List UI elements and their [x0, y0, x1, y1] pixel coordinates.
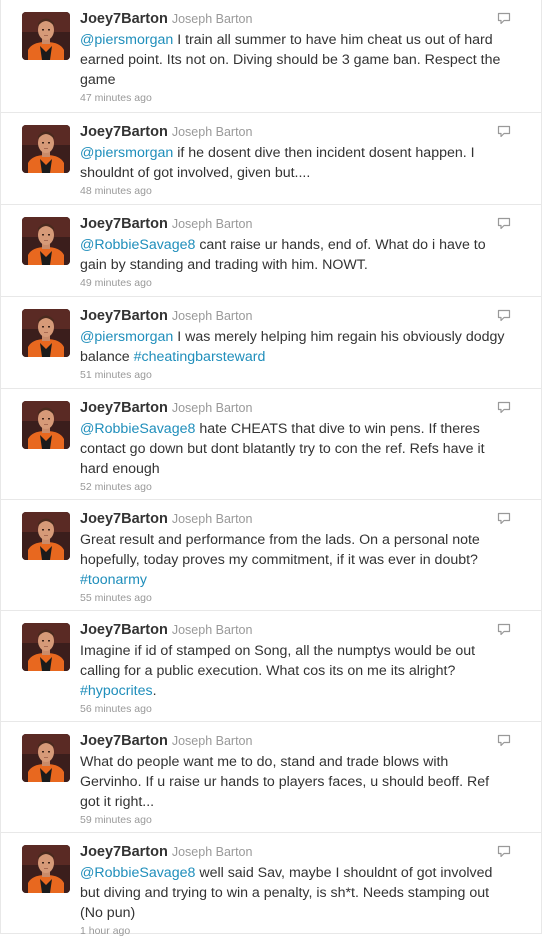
full-name: Joseph Barton [171, 217, 253, 231]
reply-icon[interactable] [497, 401, 511, 414]
tweet-item[interactable]: Joey7Barton Joseph Barton Great result and… [1, 500, 541, 611]
reply-icon[interactable] [497, 12, 511, 25]
tweet-item[interactable]: Joey7Barton Joseph Barton @RobbieSavage8 c… [1, 205, 541, 297]
tweet-content: Joey7Barton Joseph Barton @RobbieSavage8 c… [80, 215, 510, 291]
timestamp-link[interactable]: 47 minutes ago [80, 91, 510, 106]
reply-icon[interactable] [497, 734, 511, 747]
screen-name[interactable]: Joey7Barton [80, 844, 168, 860]
tweet-text-segment: Great result and performance from the la… [80, 532, 480, 568]
mention-link[interactable]: @piersmorgan [80, 329, 173, 345]
screen-name[interactable]: Joey7Barton [80, 622, 168, 638]
tweet-text: @piersmorgan I was merely helping him re… [80, 327, 510, 367]
tweet-text-segment: . [152, 683, 157, 699]
screen-name[interactable]: Joey7Barton [80, 216, 168, 232]
screen-name[interactable]: Joey7Barton [80, 308, 168, 324]
reply-icon[interactable] [497, 217, 511, 230]
tweet-content: Joey7Barton Joseph Barton @piersmorgan I t… [80, 10, 510, 106]
tweet-header: Joey7Barton Joseph Barton [80, 621, 510, 639]
tweet-content: Joey7Barton Joseph Barton @RobbieSavage8 w… [80, 843, 510, 939]
tweet-content: Joey7Barton Joseph Barton @piersmorgan I w… [80, 307, 510, 383]
mention-link[interactable]: @RobbieSavage8 [80, 421, 195, 437]
tweet-header: Joey7Barton Joseph Barton [80, 307, 510, 325]
mention-link[interactable]: @piersmorgan [80, 145, 173, 161]
avatar[interactable] [22, 217, 70, 265]
reply-icon[interactable] [497, 125, 511, 138]
screen-name[interactable]: Joey7Barton [80, 124, 168, 140]
reply-icon[interactable] [497, 309, 511, 322]
avatar[interactable] [22, 623, 70, 671]
screen-name[interactable]: Joey7Barton [80, 11, 168, 27]
tweet-header: Joey7Barton Joseph Barton [80, 215, 510, 233]
tweet-header: Joey7Barton Joseph Barton [80, 399, 510, 417]
full-name: Joseph Barton [171, 309, 253, 323]
tweet-content: Joey7Barton Joseph Barton Great result and… [80, 510, 510, 606]
tweet-content: Joey7Barton Joseph Barton @RobbieSavage8 h… [80, 399, 510, 495]
timestamp-link[interactable]: 59 minutes ago [80, 813, 510, 828]
full-name: Joseph Barton [171, 512, 253, 526]
timestamp-link[interactable]: 1 hour ago [80, 924, 510, 939]
tweet-text: Imagine if id of stamped on Song, all th… [80, 641, 510, 701]
tweet-text: @RobbieSavage8 well said Sav, maybe I sh… [80, 863, 510, 923]
tweet-content: Joey7Barton Joseph Barton @piersmorgan if … [80, 123, 510, 199]
tweet-item[interactable]: Joey7Barton Joseph Barton What do people w… [1, 722, 541, 833]
tweet-text: @piersmorgan if he dosent dive then inci… [80, 143, 510, 183]
tweet-text-segment: Imagine if id of stamped on Song, all th… [80, 643, 476, 679]
tweet-text: @RobbieSavage8 cant raise ur hands, end … [80, 235, 510, 275]
avatar[interactable] [22, 12, 70, 60]
full-name: Joseph Barton [171, 125, 253, 139]
avatar[interactable] [22, 845, 70, 893]
avatar[interactable] [22, 512, 70, 560]
tweet-header: Joey7Barton Joseph Barton [80, 843, 510, 861]
screen-name[interactable]: Joey7Barton [80, 400, 168, 416]
avatar[interactable] [22, 734, 70, 782]
timestamp-link[interactable]: 48 minutes ago [80, 184, 510, 199]
tweet-item[interactable]: Joey7Barton Joseph Barton Imagine if id of… [1, 611, 541, 722]
tweet-content: Joey7Barton Joseph Barton What do people w… [80, 732, 510, 828]
timestamp-link[interactable]: 52 minutes ago [80, 480, 510, 495]
timestamp-link[interactable]: 56 minutes ago [80, 702, 510, 717]
mention-link[interactable]: @RobbieSavage8 [80, 237, 195, 253]
hashtag-link[interactable]: #hypocrites [80, 683, 153, 699]
tweet-text: What do people want me to do, stand and … [80, 752, 510, 812]
tweet-header: Joey7Barton Joseph Barton [80, 732, 510, 750]
tweet-timeline: Joey7Barton Joseph Barton @piersmorgan I t… [0, 0, 542, 937]
tweet-header: Joey7Barton Joseph Barton [80, 10, 510, 28]
tweet-text: @piersmorgan I train all summer to have … [80, 30, 510, 90]
tweet-item[interactable]: Joey7Barton Joseph Barton @piersmorgan I t… [1, 0, 541, 113]
timestamp-link[interactable]: 49 minutes ago [80, 276, 510, 291]
reply-icon[interactable] [497, 512, 511, 525]
tweet-item[interactable]: Joey7Barton Joseph Barton @RobbieSavage8 h… [1, 389, 541, 500]
mention-link[interactable]: @piersmorgan [80, 32, 173, 48]
full-name: Joseph Barton [171, 734, 253, 748]
full-name: Joseph Barton [171, 623, 253, 637]
timestamp-link[interactable]: 51 minutes ago [80, 368, 510, 383]
tweet-header: Joey7Barton Joseph Barton [80, 510, 510, 528]
full-name: Joseph Barton [171, 845, 253, 859]
reply-icon[interactable] [497, 623, 511, 636]
reply-icon[interactable] [497, 845, 511, 858]
avatar[interactable] [22, 125, 70, 173]
mention-link[interactable]: @RobbieSavage8 [80, 865, 195, 881]
tweet-content: Joey7Barton Joseph Barton Imagine if id of… [80, 621, 510, 717]
hashtag-link[interactable]: #toonarmy [80, 572, 147, 588]
tweet-item[interactable]: Joey7Barton Joseph Barton @RobbieSavage8 w… [1, 833, 541, 937]
tweet-text: @RobbieSavage8 hate CHEATS that dive to … [80, 419, 510, 479]
avatar[interactable] [22, 401, 70, 449]
tweet-header: Joey7Barton Joseph Barton [80, 123, 510, 141]
tweet-text-segment: What do people want me to do, stand and … [80, 754, 490, 810]
avatar[interactable] [22, 309, 70, 357]
screen-name[interactable]: Joey7Barton [80, 511, 168, 527]
full-name: Joseph Barton [171, 401, 253, 415]
tweet-text: Great result and performance from the la… [80, 530, 510, 590]
full-name: Joseph Barton [171, 12, 253, 26]
tweet-item[interactable]: Joey7Barton Joseph Barton @piersmorgan if … [1, 113, 541, 205]
screen-name[interactable]: Joey7Barton [80, 733, 168, 749]
hashtag-link[interactable]: #cheatingbarsteward [134, 349, 266, 365]
tweet-item[interactable]: Joey7Barton Joseph Barton @piersmorgan I w… [1, 297, 541, 389]
timestamp-link[interactable]: 55 minutes ago [80, 591, 510, 606]
